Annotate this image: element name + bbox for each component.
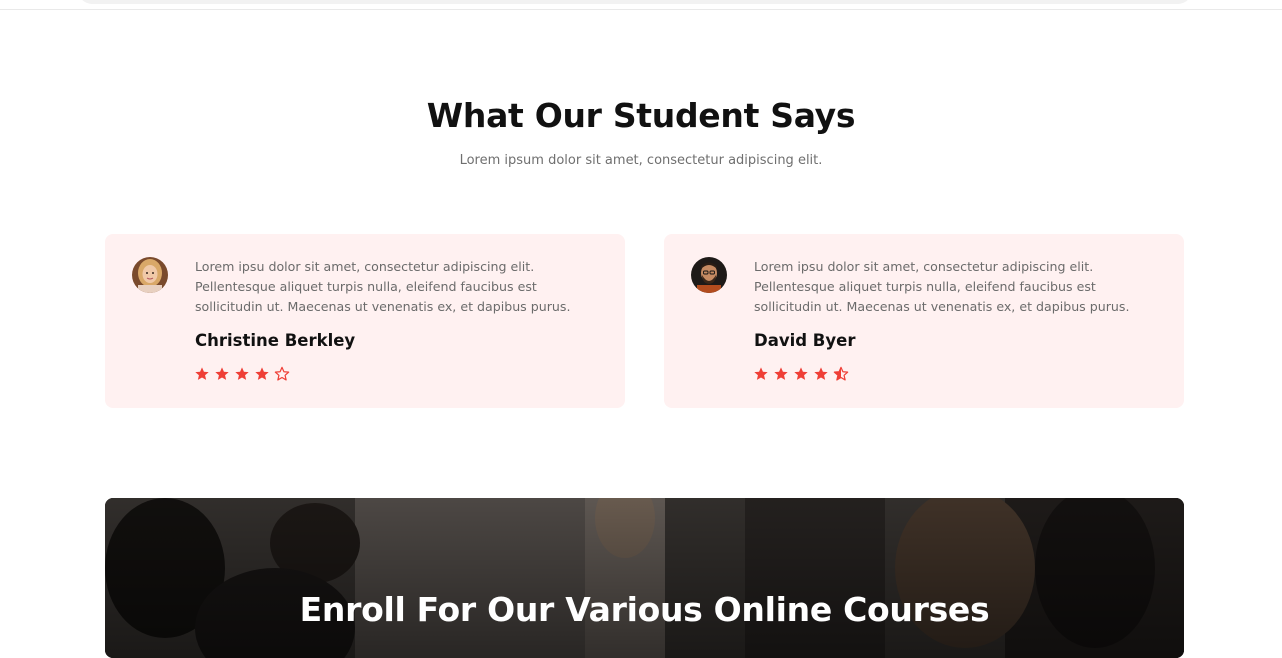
star-filled-icon [754,367,768,380]
testimonial-author: Christine Berkley [195,331,356,350]
star-filled-icon [794,367,808,380]
star-filled-icon [215,367,229,380]
header-bottom-edge [0,0,1282,10]
enroll-banner: Enroll For Our Various Online Courses [105,498,1184,658]
testimonials-subtitle: Lorem ipsum dolor sit amet, consectetur … [459,153,823,168]
star-empty-icon [274,366,290,381]
enroll-title: Enroll For Our Various Online Courses [299,590,990,629]
testimonial-quote: Lorem ipsu dolor sit amet, consectetur a… [195,259,571,314]
avatar [132,257,168,293]
testimonial-quote: Lorem ipsu dolor sit amet, consectetur a… [754,259,1130,314]
testimonial-author: David Byer [754,331,856,350]
female-student-avatar-icon [132,257,168,293]
avatar [691,257,727,293]
star-filled-icon [255,367,269,380]
testimonials-title: What Our Student Says [426,96,856,135]
male-student-avatar-icon [691,257,727,293]
star-filled-icon [235,367,249,380]
testimonial-card: Lorem ipsu dolor sit amet, consectetur a… [664,234,1184,408]
header-bar [78,0,1192,4]
classroom-photo [105,498,1184,658]
star-filled-icon [195,367,209,380]
testimonial-card: Lorem ipsu dolor sit amet, consectetur a… [105,234,625,408]
star-rating [194,366,290,382]
star-filled-icon [814,367,828,380]
star-half-icon [833,366,849,381]
star-filled-icon [774,367,788,380]
star-rating [753,366,849,382]
